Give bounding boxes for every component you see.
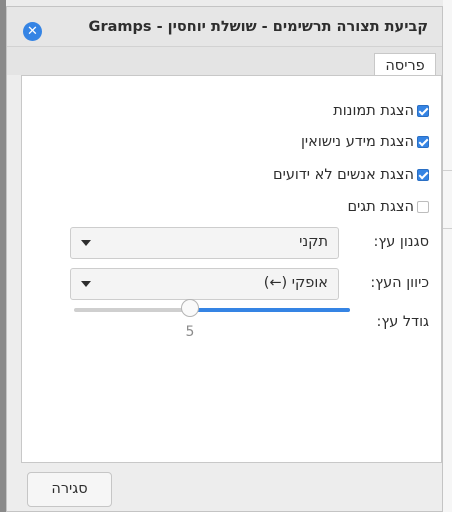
option-show-tags[interactable]: הצגת תגים [347,197,429,217]
dropdown-arrow-icon [81,240,91,246]
close-button[interactable]: סגירה [27,472,112,507]
dropdown-arrow-icon [81,281,91,287]
background-app-panel [443,0,452,512]
tree-style-value: תקני [299,234,328,250]
tree-size-value: 5 [185,324,195,340]
option-show-unknown-people[interactable]: הצגת אנשים לא ידועים [273,165,429,185]
tree-style-select[interactable]: תקני [70,227,339,259]
tree-style-label: סגנון עץ: [373,234,430,250]
background-divider [443,170,452,171]
checkbox-checked[interactable] [417,105,429,117]
title-bar: ✕ קביעת תצורה תרשימים - שושלת יוחסין - G… [7,7,442,47]
option-label: הצגת תמונות [333,103,414,119]
checkbox-unchecked[interactable] [417,201,429,213]
option-label: הצגת אנשים לא ידועים [272,167,414,183]
layout-panel: הצגת תמונות הצגת מידע נישואין הצגת אנשים… [21,75,442,463]
background-divider [443,228,452,229]
option-show-images[interactable]: הצגת תמונות [333,101,429,121]
slider-handle[interactable] [180,299,199,317]
checkbox-checked[interactable] [417,136,429,148]
window-title: קביעת תצורה תרשימים - שושלת יוחסין - Gra… [88,19,428,35]
slider-fill [189,308,350,312]
tree-direction-select[interactable]: אופקי (←) [70,268,339,300]
tree-size-label: גודל עץ: [376,314,429,330]
checkbox-checked[interactable] [417,169,429,181]
configure-dialog: ✕ קביעת תצורה תרשימים - שושלת יוחסין - G… [6,6,443,512]
option-label: הצגת תגים [347,199,414,215]
option-label: הצגת מידע נישואין [300,134,414,150]
close-icon[interactable]: ✕ [23,22,42,41]
tab-bar: פריסה [7,47,442,80]
tree-direction-value: אופקי (←) [263,275,328,291]
tree-direction-label: כיוון העץ: [370,275,429,291]
tree-size-slider-track[interactable] [74,308,350,312]
option-show-marriage-info[interactable]: הצגת מידע נישואין [301,132,429,152]
